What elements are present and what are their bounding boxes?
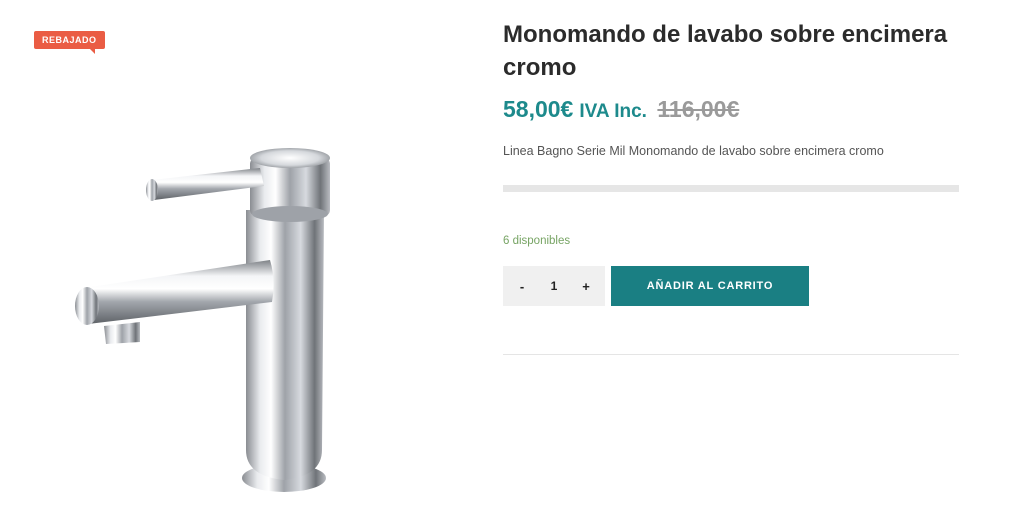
chrome-faucet-image[interactable] bbox=[60, 130, 360, 500]
quantity-stepper: - + bbox=[503, 266, 605, 306]
divider bbox=[503, 354, 959, 355]
price-row: 58,00€ IVA Inc. 116,00€ bbox=[503, 96, 739, 123]
sale-price: 58,00€ bbox=[503, 96, 574, 122]
sale-badge: REBAJADO bbox=[34, 31, 105, 54]
variation-bar bbox=[503, 185, 959, 192]
product-page: REBAJADO Monomando de lavabo sobre encim… bbox=[0, 0, 1024, 507]
product-gallery: REBAJADO bbox=[0, 0, 480, 507]
regular-price: 116,00€ bbox=[657, 96, 740, 122]
price-suffix: IVA Inc. bbox=[579, 101, 647, 122]
quantity-plus-button[interactable]: + bbox=[579, 279, 593, 294]
quantity-minus-button[interactable]: - bbox=[515, 279, 529, 294]
stock-status: 6 disponibles bbox=[503, 235, 571, 247]
short-description: Linea Bagno Serie Mil Monomando de lavab… bbox=[503, 144, 884, 158]
product-title: Monomando de lavabo sobre encimera cromo bbox=[503, 21, 948, 81]
add-to-cart-button[interactable]: AÑADIR AL CARRITO bbox=[611, 266, 809, 306]
quantity-input[interactable] bbox=[539, 279, 569, 293]
